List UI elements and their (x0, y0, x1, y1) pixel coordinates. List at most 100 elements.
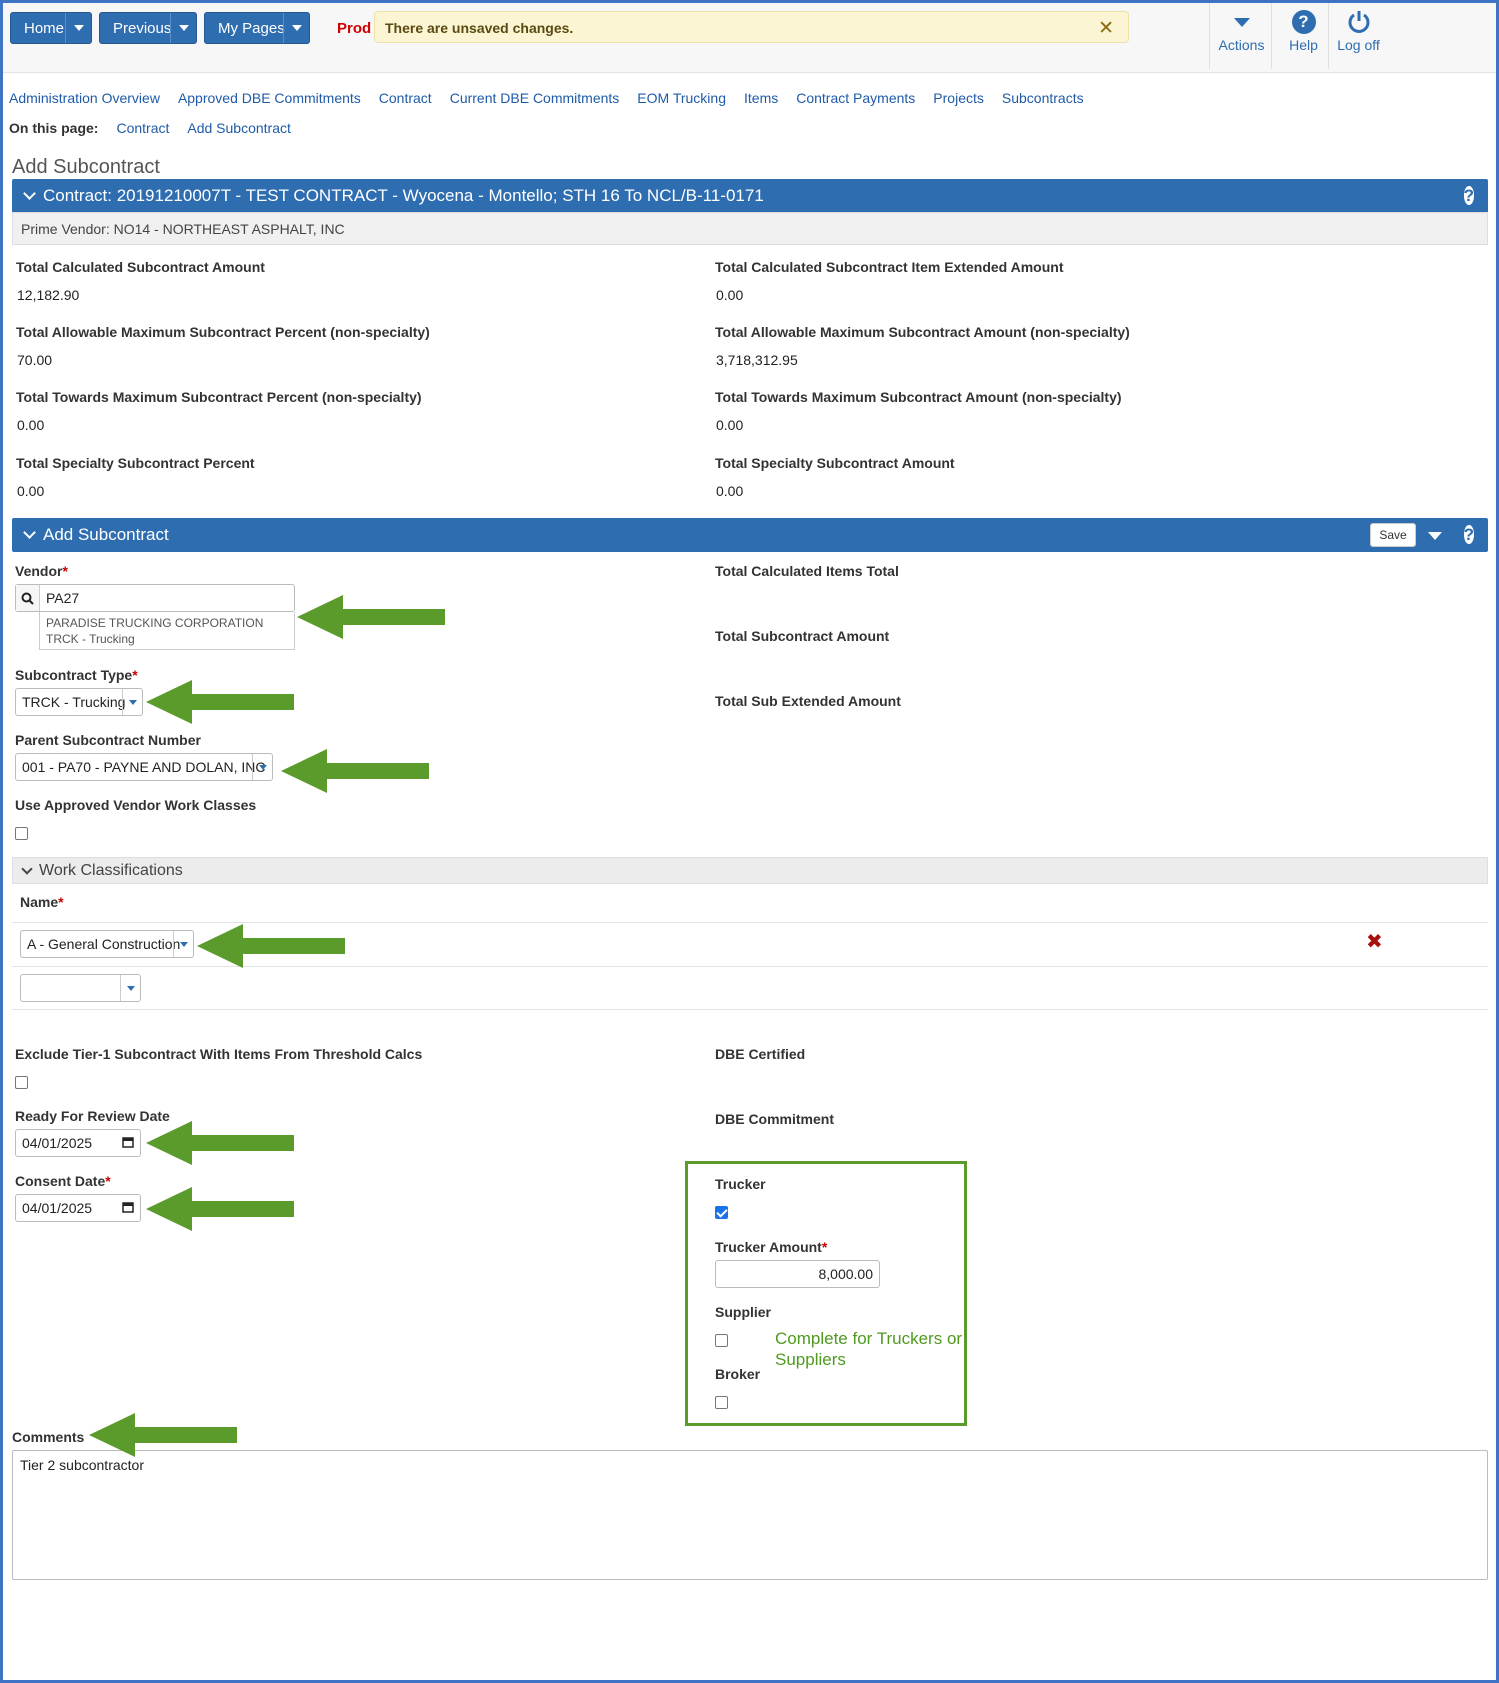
calendar-icon[interactable] (122, 1200, 134, 1216)
link-contract[interactable]: Contract (379, 90, 432, 106)
parent-subcontract-select[interactable]: 001 - PA70 - PAYNE AND DOLAN, INC (15, 753, 273, 781)
chevron-down-icon (291, 25, 302, 31)
add-subcontract-panel-header[interactable]: Add Subcontract Save ? (12, 518, 1488, 552)
work-class-select-new[interactable] (20, 974, 141, 1002)
comments-textarea[interactable]: Tier 2 subcontractor (12, 1450, 1488, 1580)
chevron-down-icon (178, 25, 189, 31)
work-classifications-header[interactable]: Work Classifications (12, 857, 1488, 884)
subcontract-type-select[interactable]: TRCK - Trucking (15, 688, 143, 716)
field-label: Total Specialty Subcontract Amount (715, 455, 955, 471)
my-pages-dropdown[interactable] (283, 13, 309, 43)
home-dropdown[interactable] (65, 13, 91, 43)
app-window: Home Previous My Pages Prod There are un… (0, 0, 1499, 1683)
anchor-add-subcontract[interactable]: Add Subcontract (187, 120, 291, 136)
field-value: 12,182.90 (17, 287, 80, 303)
chevron-down-icon (23, 526, 36, 539)
total-calculated-items-label: Total Calculated Items Total (715, 563, 899, 579)
annotation-arrow-icon (197, 924, 345, 968)
help-icon[interactable]: ? (1463, 184, 1474, 208)
supplier-label: Supplier (715, 1304, 772, 1320)
trucker-highlight-box (685, 1161, 967, 1426)
power-icon (1346, 9, 1372, 35)
home-button[interactable]: Home (10, 12, 92, 44)
divider (12, 922, 1488, 923)
chevron-down-icon (1229, 9, 1255, 35)
field-value: 0.00 (17, 483, 45, 499)
vendor-search-input[interactable]: PA27 (15, 584, 295, 612)
parent-subcontract-value: 001 - PA70 - PAYNE AND DOLAN, INC (22, 759, 266, 775)
help-label: Help (1289, 37, 1318, 53)
contract-panel-header[interactable]: Contract: 20191210007T - TEST CONTRACT -… (12, 179, 1488, 213)
supplier-checkbox[interactable] (715, 1334, 728, 1347)
chevron-down-icon (73, 25, 84, 31)
on-this-page-nav: On this page: Contract Add Subcontract (9, 120, 309, 136)
link-contract-payments[interactable]: Contract Payments (796, 90, 915, 106)
subcontract-type-label: Subcontract Type* (15, 667, 138, 683)
delete-icon[interactable]: ✖ (1366, 929, 1383, 954)
trucker-amount-value: 8,000.00 (818, 1266, 874, 1282)
my-pages-button[interactable]: My Pages (204, 12, 310, 44)
ready-for-review-date-input[interactable]: 04/01/2025 (15, 1129, 141, 1157)
vendor-label: Vendor* (15, 563, 68, 579)
link-projects[interactable]: Projects (933, 90, 984, 106)
link-items[interactable]: Items (744, 90, 778, 106)
log-off-button[interactable]: Log off (1328, 3, 1388, 69)
add-subcontract-panel-title: Add Subcontract (43, 525, 169, 544)
trucker-amount-input[interactable]: 8,000.00 (715, 1260, 880, 1288)
field-value: 0.00 (716, 287, 744, 303)
annotation-arrow-icon (281, 749, 429, 793)
home-label: Home (24, 19, 65, 37)
help-button[interactable]: ? Help (1271, 3, 1335, 69)
save-button[interactable]: Save (1370, 523, 1416, 547)
help-icon[interactable]: ? (1463, 523, 1474, 547)
chevron-down-icon (173, 931, 193, 957)
subcontract-type-value: TRCK - Trucking (22, 694, 126, 710)
field-value: 0.00 (716, 483, 744, 499)
calendar-icon[interactable] (122, 1135, 134, 1151)
previous-dropdown[interactable] (170, 13, 196, 43)
field-label: Total Calculated Subcontract Amount (16, 259, 265, 275)
link-current-dbe-commitments[interactable]: Current DBE Commitments (450, 90, 620, 106)
trucker-checkbox[interactable] (715, 1206, 728, 1219)
annotation-arrow-icon (297, 595, 445, 639)
exclude-tier1-label: Exclude Tier-1 Subcontract With Items Fr… (15, 1046, 423, 1062)
close-icon[interactable]: ✕ (1098, 17, 1114, 40)
divider (12, 1009, 1488, 1010)
chevron-down-icon (120, 975, 140, 1001)
work-classifications-title: Work Classifications (39, 862, 183, 879)
link-approved-dbe-commitments[interactable]: Approved DBE Commitments (178, 90, 361, 106)
broker-checkbox[interactable] (715, 1396, 728, 1409)
link-eom-trucking[interactable]: EOM Trucking (637, 90, 726, 106)
parent-subcontract-label: Parent Subcontract Number (15, 732, 201, 748)
field-label: Total Allowable Maximum Subcontract Perc… (16, 324, 430, 340)
field-value: 0.00 (716, 417, 744, 433)
chevron-down-icon[interactable] (1428, 532, 1442, 540)
work-class-select[interactable]: A - General Construction (20, 930, 194, 958)
field-value: 70.00 (17, 352, 53, 368)
vendor-suggestion[interactable]: PARADISE TRUCKING CORPORATION TRCK - Tru… (39, 612, 295, 650)
link-subcontracts[interactable]: Subcontracts (1002, 90, 1084, 106)
field-label: Total Towards Maximum Subcontract Amount… (715, 389, 1122, 405)
anchor-contract[interactable]: Contract (116, 120, 169, 136)
prime-vendor-bar: Prime Vendor: NO14 - NORTHEAST ASPHALT, … (12, 212, 1488, 245)
actions-label: Actions (1218, 37, 1265, 53)
total-subcontract-amount-label: Total Subcontract Amount (715, 628, 890, 644)
use-approved-vendor-checkbox[interactable] (15, 827, 28, 840)
field-value: 0.00 (17, 417, 45, 433)
consent-date-input[interactable]: 04/01/2025 (15, 1194, 141, 1222)
chevron-down-icon (23, 187, 36, 200)
search-icon (16, 585, 40, 611)
link-administration-overview[interactable]: Administration Overview (9, 90, 160, 106)
field-value: 3,718,312.95 (716, 352, 798, 368)
on-this-page-label: On this page: (9, 120, 99, 136)
previous-button[interactable]: Previous (99, 12, 197, 44)
work-class-value: A - General Construction (27, 936, 181, 952)
annotation-arrow-icon (146, 1187, 294, 1231)
dbe-certified-label: DBE Certified (715, 1046, 806, 1062)
log-off-label: Log off (1337, 37, 1380, 53)
exclude-tier1-checkbox[interactable] (15, 1076, 28, 1089)
component-links: Administration Overview Approved DBE Comm… (9, 90, 1102, 106)
consent-date-value: 04/01/2025 (22, 1200, 93, 1216)
actions-button[interactable]: Actions (1209, 3, 1273, 69)
consent-date-label: Consent Date* (15, 1173, 111, 1189)
